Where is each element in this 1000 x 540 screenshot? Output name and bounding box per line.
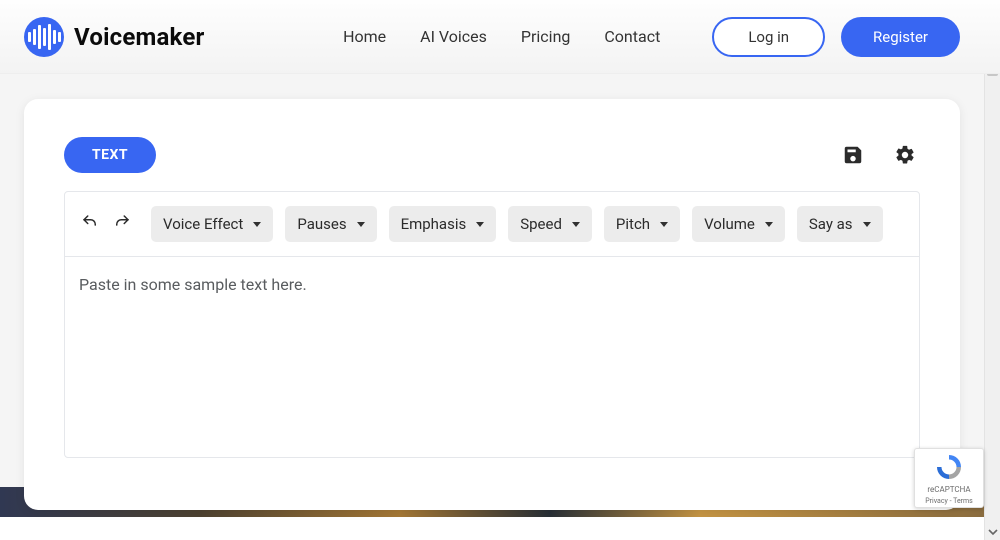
dropdown-label: Volume <box>704 215 755 233</box>
auth-buttons: Log in Register <box>712 17 960 57</box>
recaptcha-label: reCAPTCHA <box>927 485 970 494</box>
dropdown-label: Voice Effect <box>163 215 243 233</box>
editor-toolbar: Voice Effect Pauses Emphasis Speed Pitch… <box>65 192 919 257</box>
dropdown-label: Speed <box>520 215 562 233</box>
emphasis-dropdown[interactable]: Emphasis <box>389 206 497 242</box>
dropdown-label: Pitch <box>616 215 650 233</box>
recaptcha-icon <box>934 452 964 482</box>
chevron-down-icon <box>660 222 668 227</box>
recaptcha-terms: Privacy - Terms <box>925 497 973 505</box>
placeholder-text: Paste in some sample text here. <box>79 275 905 294</box>
history-controls <box>79 211 133 237</box>
login-button[interactable]: Log in <box>712 17 825 57</box>
speed-dropdown[interactable]: Speed <box>508 206 592 242</box>
pauses-dropdown[interactable]: Pauses <box>285 206 376 242</box>
editor-panel: TEXT Voice Effect Pauses Emphasis Sp <box>24 99 960 510</box>
tab-text[interactable]: TEXT <box>64 137 156 173</box>
footer-whitespace <box>0 517 1000 540</box>
dropdown-label: Emphasis <box>401 215 467 233</box>
chevron-down-icon <box>572 222 580 227</box>
header: Voicemaker Home AI Voices Pricing Contac… <box>0 0 1000 74</box>
panel-header-icons <box>838 140 920 170</box>
settings-icon[interactable] <box>890 140 920 170</box>
text-input-area[interactable]: Paste in some sample text here. <box>65 257 919 457</box>
nav-ai-voices[interactable]: AI Voices <box>420 27 487 46</box>
volume-dropdown[interactable]: Volume <box>692 206 785 242</box>
nav-home[interactable]: Home <box>343 27 386 46</box>
nav-contact[interactable]: Contact <box>604 27 660 46</box>
say-as-dropdown[interactable]: Say as <box>797 206 883 242</box>
chevron-down-icon <box>863 222 871 227</box>
logo-icon <box>24 17 64 57</box>
dropdown-label: Say as <box>809 215 853 233</box>
pitch-dropdown[interactable]: Pitch <box>604 206 680 242</box>
voice-effect-dropdown[interactable]: Voice Effect <box>151 206 273 242</box>
save-icon[interactable] <box>838 140 868 170</box>
chevron-down-icon <box>476 222 484 227</box>
logo-text: Voicemaker <box>74 23 204 51</box>
chevron-down-icon <box>253 222 261 227</box>
register-button[interactable]: Register <box>841 17 960 57</box>
main-nav: Home AI Voices Pricing Contact <box>343 27 660 46</box>
dropdown-label: Pauses <box>297 215 346 233</box>
recaptcha-badge[interactable]: reCAPTCHA Privacy - Terms <box>914 448 984 508</box>
scroll-down-icon[interactable] <box>985 524 1000 540</box>
redo-icon[interactable] <box>111 211 133 237</box>
logo[interactable]: Voicemaker <box>24 17 204 57</box>
text-editor: Voice Effect Pauses Emphasis Speed Pitch… <box>64 191 920 458</box>
browser-scrollbar[interactable] <box>984 0 1000 540</box>
chevron-down-icon <box>765 222 773 227</box>
panel-header: TEXT <box>64 137 920 173</box>
undo-icon[interactable] <box>79 211 101 237</box>
chevron-down-icon <box>357 222 365 227</box>
nav-pricing[interactable]: Pricing <box>521 27 571 46</box>
